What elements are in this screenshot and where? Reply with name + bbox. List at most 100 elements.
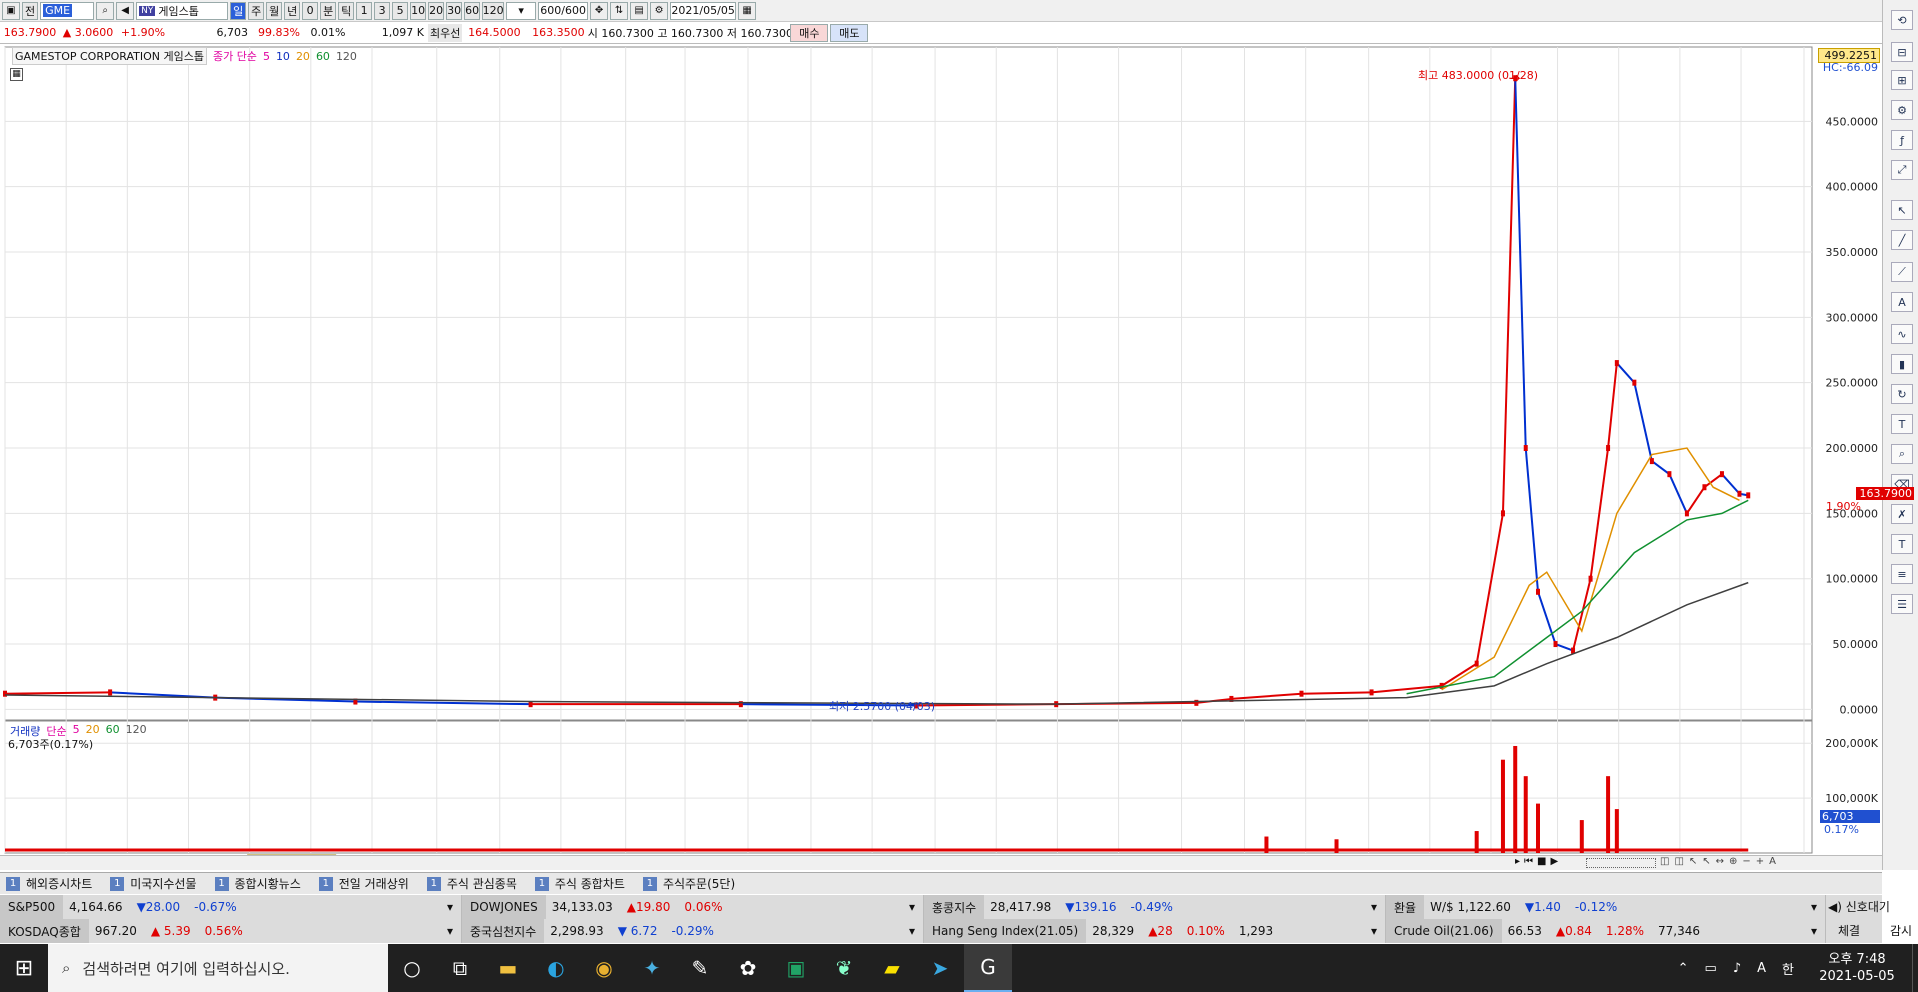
price-chart[interactable]: 450.0000 400.0000 350.0000 300.0000 250.0000… bbox=[0, 45, 1882, 870]
index-dropdown[interactable]: ▾ bbox=[1811, 924, 1817, 938]
cortana-icon[interactable]: ○ bbox=[388, 944, 436, 992]
period-tab[interactable]: 틱 bbox=[338, 1, 355, 20]
panel-tab[interactable]: 1 종합시황뉴스 bbox=[214, 875, 301, 892]
index-dropdown[interactable]: ▾ bbox=[909, 924, 915, 938]
auto-icon[interactable]: A bbox=[1891, 292, 1913, 312]
edge-icon[interactable]: ◐ bbox=[532, 944, 580, 992]
ime-mode[interactable]: A bbox=[1757, 961, 1766, 976]
app-paint-icon[interactable]: ✎ bbox=[676, 944, 724, 992]
chart-type-icon[interactable]: ⤢ bbox=[1891, 160, 1913, 180]
loop-icon[interactable]: ↻ bbox=[1891, 384, 1913, 404]
panel-tab[interactable]: 1 전일 거래상위 bbox=[318, 875, 409, 892]
pointer-icon[interactable]: ↖ bbox=[1891, 200, 1913, 220]
index-dropdown[interactable]: ▾ bbox=[447, 900, 453, 914]
period-tab[interactable]: 20 bbox=[428, 1, 445, 20]
scroll-thumb[interactable] bbox=[1586, 858, 1656, 868]
date-field[interactable]: 2021/05/05 bbox=[670, 1, 737, 20]
line-icon[interactable]: ╱ bbox=[1891, 230, 1913, 250]
text-box-icon[interactable]: T bbox=[1891, 534, 1913, 554]
network-icon[interactable]: ▭ bbox=[1705, 961, 1717, 976]
taskbar-search[interactable]: ⌕ 검색하려면 여기에 입력하십시오. bbox=[48, 944, 388, 992]
panel-tab[interactable]: 1 해외증시차트 bbox=[6, 875, 92, 892]
chrome-icon[interactable]: ◉ bbox=[580, 944, 628, 992]
split-icon[interactable]: ⊟ bbox=[1891, 42, 1913, 62]
index-cell[interactable]: 홍콩지수 28,417.98 ▼139.16 -0.49% ▾ bbox=[924, 895, 1386, 919]
period-tab[interactable]: 5 bbox=[392, 1, 409, 20]
index-dropdown[interactable]: ▾ bbox=[1811, 900, 1817, 914]
period-dropdown[interactable]: ▾ bbox=[506, 1, 537, 20]
period-tab[interactable]: 주 bbox=[248, 1, 265, 20]
file-explorer-icon[interactable]: ▬ bbox=[484, 944, 532, 992]
scroll-controls[interactable]: ▸⏮■▶ bbox=[1515, 856, 1562, 867]
refresh-icon[interactable]: ⟲ bbox=[1891, 10, 1913, 30]
buy-button[interactable]: 매수 bbox=[790, 23, 829, 42]
show-desktop[interactable] bbox=[1912, 944, 1918, 992]
clock[interactable]: 오후 7:48 2021-05-05 bbox=[1802, 951, 1912, 985]
speaker-icon[interactable]: ◀ bbox=[116, 1, 135, 20]
gear-icon[interactable]: ⚙ bbox=[650, 1, 669, 20]
clear-icon[interactable]: ✗ bbox=[1891, 504, 1913, 524]
period-tab[interactable]: 분 bbox=[320, 1, 337, 20]
panel-tab[interactable]: 1 주식 종합차트 bbox=[534, 875, 625, 892]
search-icon[interactable]: ⌕ bbox=[96, 1, 115, 20]
panel-tab[interactable]: 1 미국지수선물 bbox=[110, 875, 197, 892]
index-cell[interactable]: Crude Oil(21.06) 66.53 ▲0.84 1.28% 77,346 ▾ bbox=[1386, 919, 1826, 943]
lang-mode[interactable]: 한 bbox=[1782, 959, 1794, 978]
app-leaf-icon[interactable]: ❦ bbox=[820, 944, 868, 992]
period-tab[interactable]: 월 bbox=[266, 1, 283, 20]
telegram-icon[interactable]: ➤ bbox=[916, 944, 964, 992]
index-dropdown[interactable]: ▾ bbox=[909, 900, 915, 914]
index-cell[interactable]: S&P500 4,164.66 ▼28.00 -0.67% ▾ bbox=[0, 895, 462, 919]
index-dropdown[interactable]: ▾ bbox=[1371, 900, 1377, 914]
index-cell[interactable]: KOSDAQ종합 967.20 ▲ 5.39 0.56% ▾ bbox=[0, 919, 462, 943]
move-icon[interactable]: ✥ bbox=[590, 1, 609, 20]
index-dropdown[interactable]: ▾ bbox=[447, 924, 453, 938]
period-tab[interactable]: 120 bbox=[482, 1, 505, 20]
text-icon[interactable]: T bbox=[1891, 414, 1913, 434]
period-tab[interactable]: 30 bbox=[446, 1, 463, 20]
app-palette-icon[interactable]: ✿ bbox=[724, 944, 772, 992]
zoom-icon[interactable]: ⌕ bbox=[1891, 444, 1913, 464]
period-tab[interactable]: 일 bbox=[230, 1, 247, 20]
market-select[interactable]: 전 bbox=[22, 1, 39, 20]
list-icon[interactable]: ≡ bbox=[1891, 564, 1913, 584]
windows-start-icon[interactable]: ⊞ bbox=[0, 944, 48, 992]
index-cell[interactable]: Hang Seng Index(21.05) 28,329 ▲28 0.10% 1,29… bbox=[924, 919, 1386, 943]
indicator-icon[interactable]: ƒ bbox=[1891, 130, 1913, 150]
period-tab[interactable]: 1 bbox=[356, 1, 373, 20]
trend-icon[interactable]: ⟋ bbox=[1891, 262, 1913, 282]
count-field[interactable]: 600/600 bbox=[538, 1, 589, 20]
chart-setting-icon[interactable]: ⇅ bbox=[610, 1, 629, 20]
panel-tab[interactable]: 1 주식주문(5단) bbox=[642, 875, 735, 892]
chart-scrollbar[interactable]: ▸⏮■▶ ◫◫↖↖↔⊕−+A bbox=[0, 855, 1882, 870]
index-cell[interactable]: 환율 W/$ 1,122.60 ▼1.40 -0.12% ▾ bbox=[1386, 895, 1826, 919]
tray-chevron-icon[interactable]: ⌃ bbox=[1678, 961, 1689, 976]
code-input[interactable]: GME bbox=[40, 1, 95, 20]
layout-icon[interactable]: ▣ bbox=[2, 1, 20, 20]
period-tab[interactable]: 60 bbox=[464, 1, 481, 20]
candle-icon[interactable]: ▮ bbox=[1891, 354, 1913, 374]
calendar-icon[interactable]: ▦ bbox=[738, 1, 757, 20]
menu-icon[interactable]: ☰ bbox=[1891, 594, 1913, 614]
period-tab[interactable]: 0 bbox=[302, 1, 319, 20]
index-dropdown[interactable]: ▾ bbox=[1371, 924, 1377, 938]
excel-icon[interactable]: ▣ bbox=[772, 944, 820, 992]
wave-icon[interactable]: ∿ bbox=[1891, 324, 1913, 344]
zoom-controls[interactable]: ◫◫↖↖↔⊕−+A bbox=[1660, 856, 1781, 867]
kakaotalk-icon[interactable]: ▰ bbox=[868, 944, 916, 992]
app-bird-icon[interactable]: ✦ bbox=[628, 944, 676, 992]
task-view-icon[interactable]: ⧉ bbox=[436, 944, 484, 992]
index-cell[interactable]: 중국심천지수 2,298.93 ▼ 6.72 -0.29% ▾ bbox=[462, 919, 924, 943]
panel-tab[interactable]: 1 주식 관심종목 bbox=[426, 875, 517, 892]
chart-area[interactable]: 450.0000 400.0000 350.0000 300.0000 250.0000… bbox=[0, 45, 1914, 870]
sell-button[interactable]: 매도 bbox=[830, 23, 869, 42]
gear-icon[interactable]: ⚙ bbox=[1891, 100, 1913, 120]
period-tab[interactable]: 년 bbox=[284, 1, 301, 20]
volume-icon[interactable]: ♪ bbox=[1733, 961, 1741, 976]
period-tab[interactable]: 3 bbox=[374, 1, 391, 20]
index-cell[interactable]: DOWJONES 34,133.03 ▲19.80 0.06% ▾ bbox=[462, 895, 924, 919]
grid-icon[interactable]: ▦ bbox=[10, 68, 23, 81]
period-tab[interactable]: 10 bbox=[410, 1, 427, 20]
grid-icon[interactable]: ⊞ bbox=[1891, 70, 1913, 90]
trading-app-icon[interactable]: G bbox=[964, 944, 1012, 992]
